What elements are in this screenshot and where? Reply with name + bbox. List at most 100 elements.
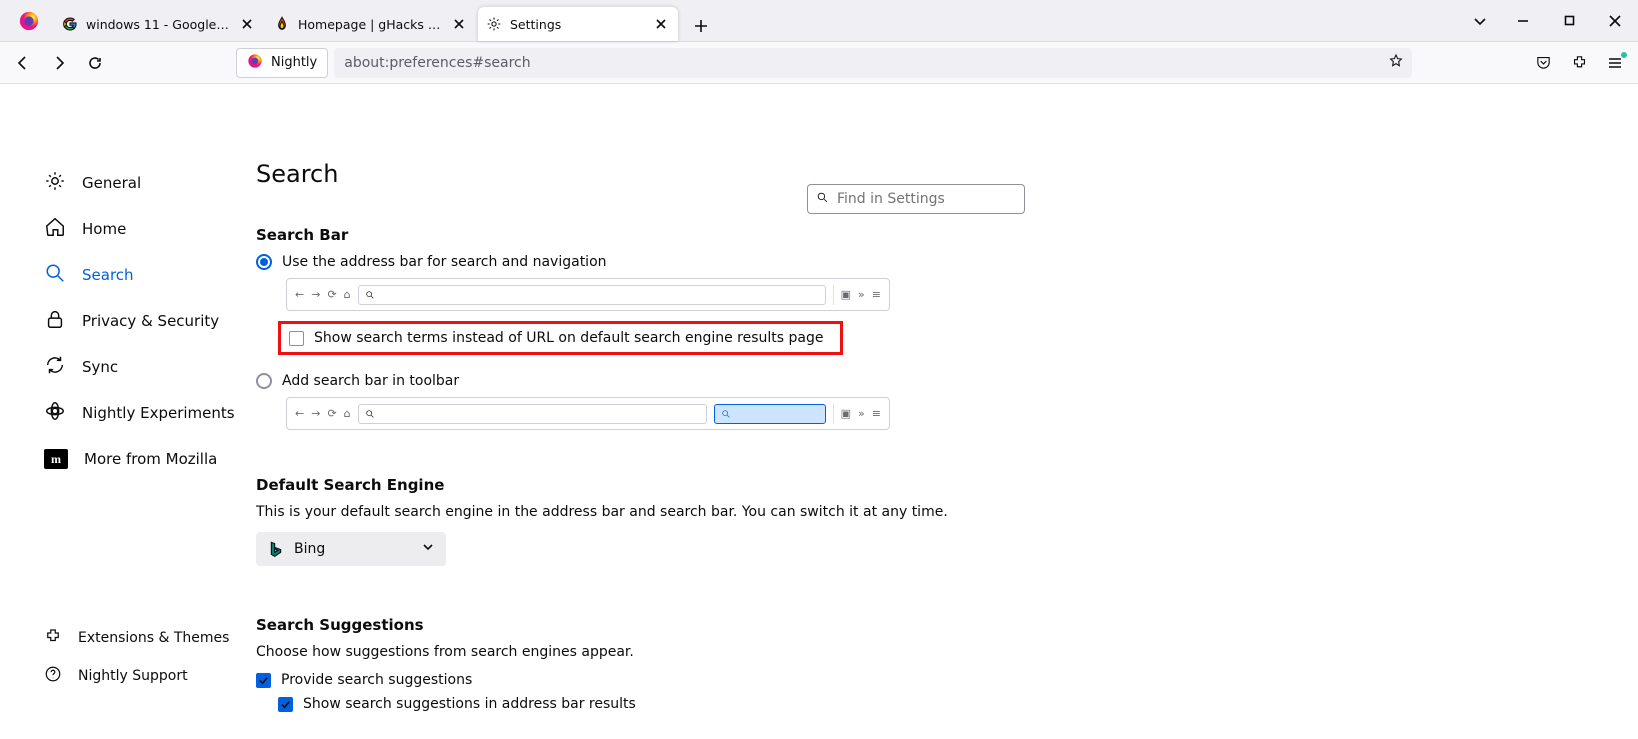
close-window-button[interactable] (1592, 0, 1638, 41)
radio-label: Use the address bar for search and navig… (282, 254, 607, 270)
engine-name: Bing (294, 541, 325, 557)
checkbox-label: Show search suggestions in address bar r… (303, 696, 636, 712)
ghacks-favicon-icon (274, 16, 290, 32)
search-icon (44, 262, 66, 288)
tab-ghacks[interactable]: Homepage | gHacks Technolog (266, 7, 476, 41)
default-engine-desc: This is your default search engine in th… (256, 504, 1638, 520)
sidebar-icon: ▣ (841, 407, 851, 420)
suggestions-desc: Choose how suggestions from search engin… (256, 644, 1638, 660)
sidebar-label: Nightly Experiments (82, 404, 235, 422)
sidebar-item-support[interactable]: Nightly Support (40, 657, 244, 695)
radio-off-icon (256, 373, 272, 389)
preview-url-box (358, 404, 707, 424)
tabs-container: windows 11 - Google Search Homepage | gH… (54, 0, 716, 41)
sidebar-label: Nightly Support (78, 668, 188, 684)
identity-box[interactable]: Nightly (236, 48, 328, 78)
reload-icon: ⟳ (327, 407, 336, 420)
minimize-button[interactable] (1500, 0, 1546, 41)
chevrons-icon: » (858, 407, 865, 420)
preferences-main: Find in Settings Search Search Bar Use t… (244, 84, 1638, 739)
lock-icon (44, 308, 66, 334)
checkbox-on-icon (256, 673, 271, 688)
chevron-down-icon (422, 541, 434, 557)
home-icon: ⌂ (344, 288, 351, 301)
tab-title: Settings (510, 17, 646, 32)
address-bar-preview: ← → ⟳ ⌂ ▣ » ≡ (286, 278, 890, 311)
sidebar-label: Privacy & Security (82, 312, 219, 330)
gear-icon (486, 16, 502, 32)
sidebar-label: Extensions & Themes (78, 630, 229, 646)
window-controls (1500, 0, 1638, 41)
sidebar-item-search[interactable]: Search (40, 252, 244, 298)
maximize-button[interactable] (1546, 0, 1592, 41)
bing-icon (268, 541, 284, 557)
back-button[interactable] (8, 48, 38, 78)
radio-use-address-bar[interactable]: Use the address bar for search and navig… (256, 254, 1638, 270)
checkbox-provide-suggestions[interactable]: Provide search suggestions (256, 672, 1638, 688)
tab-google-search[interactable]: windows 11 - Google Search (54, 7, 264, 41)
radio-add-search-bar[interactable]: Add search bar in toolbar (256, 373, 1638, 389)
sidebar-item-privacy[interactable]: Privacy & Security (40, 298, 244, 344)
section-default-engine: Default Search Engine (256, 476, 1638, 494)
checkbox-label: Show search terms instead of URL on defa… (314, 330, 824, 346)
section-search-suggestions: Search Suggestions (256, 616, 1638, 634)
checkbox-show-search-terms[interactable]: Show search terms instead of URL on defa… (278, 321, 843, 355)
pocket-icon[interactable] (1528, 48, 1558, 78)
sidebar-item-sync[interactable]: Sync (40, 344, 244, 390)
search-icon (816, 191, 829, 208)
close-icon[interactable] (450, 15, 468, 33)
preview-search-box (714, 404, 826, 424)
sidebar-item-experiments[interactable]: Nightly Experiments (40, 390, 244, 436)
url-bar[interactable]: about:preferences#search (334, 48, 1412, 78)
sidebar-label: More from Mozilla (84, 450, 217, 468)
back-icon: ← (295, 407, 304, 420)
puzzle-icon (44, 627, 62, 649)
tab-settings[interactable]: Settings (478, 7, 678, 41)
toolbar-searchbar-preview: ← → ⟳ ⌂ ▣ » ≡ (286, 397, 890, 430)
sidebar-label: Search (82, 266, 134, 284)
sync-icon (44, 354, 66, 380)
extensions-icon[interactable] (1564, 48, 1594, 78)
sidebar-item-extensions[interactable]: Extensions & Themes (40, 619, 244, 657)
checkbox-on-icon (278, 697, 293, 712)
back-icon: ← (295, 288, 304, 301)
nav-toolbar: Nightly about:preferences#search (0, 42, 1638, 84)
forward-button[interactable] (44, 48, 74, 78)
close-icon[interactable] (238, 15, 256, 33)
reload-button[interactable] (80, 48, 110, 78)
checkbox-off-icon (289, 331, 304, 346)
preferences-page: General Home Search Privacy & Security S… (0, 84, 1638, 739)
radio-on-icon (256, 254, 272, 270)
new-tab-button[interactable] (686, 11, 716, 41)
firefox-small-icon (247, 53, 263, 73)
mozilla-icon: m (44, 449, 68, 469)
sidebar-item-general[interactable]: General (40, 160, 244, 206)
identity-label: Nightly (271, 55, 317, 70)
sidebar-label: Sync (82, 358, 118, 376)
sidebar-item-mozilla[interactable]: m More from Mozilla (40, 436, 244, 482)
chevrons-icon: » (858, 288, 865, 301)
forward-icon: → (311, 288, 320, 301)
url-text: about:preferences#search (344, 55, 530, 71)
close-icon[interactable] (652, 15, 670, 33)
checkbox-suggestions-in-urlbar[interactable]: Show search suggestions in address bar r… (278, 696, 1638, 712)
home-icon: ⌂ (344, 407, 351, 420)
app-menu-button[interactable] (1600, 48, 1630, 78)
firefox-logo-icon (16, 8, 42, 34)
sidebar-item-home[interactable]: Home (40, 206, 244, 252)
search-placeholder: Find in Settings (837, 191, 945, 207)
find-in-settings-input[interactable]: Find in Settings (807, 184, 1025, 214)
menu-icon: ≡ (872, 288, 881, 301)
help-icon (44, 665, 62, 687)
tab-strip: windows 11 - Google Search Homepage | gH… (0, 0, 1638, 42)
tab-title: windows 11 - Google Search (86, 17, 232, 32)
bookmark-star-icon[interactable] (1388, 53, 1404, 73)
tab-title: Homepage | gHacks Technolog (298, 17, 444, 32)
default-engine-select[interactable]: Bing (256, 532, 446, 566)
list-all-tabs-button[interactable] (1460, 14, 1500, 28)
preview-url-box (358, 285, 826, 305)
home-icon (44, 216, 66, 242)
flask-icon (44, 400, 66, 426)
sidebar-icon: ▣ (841, 288, 851, 301)
menu-icon: ≡ (872, 407, 881, 420)
